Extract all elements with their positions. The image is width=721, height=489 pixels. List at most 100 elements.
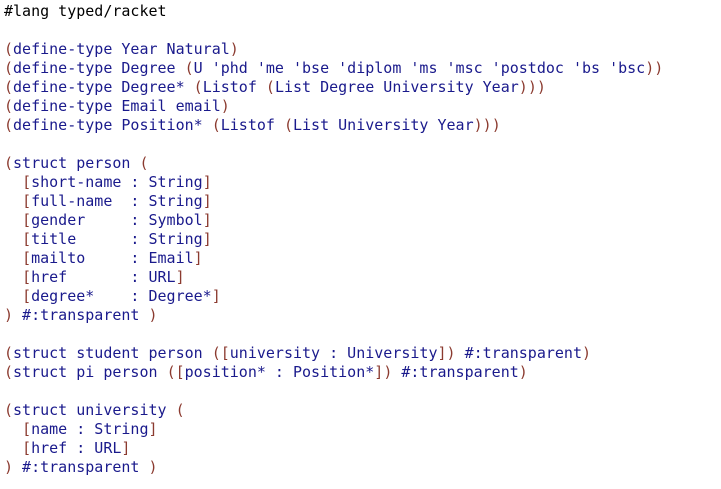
code-token: href : URL	[31, 439, 122, 457]
code-token: define-type Degree	[13, 59, 185, 77]
code-token: )	[229, 40, 239, 58]
code-token: (	[4, 344, 14, 362]
code-token: List University Year	[293, 116, 474, 134]
code-token: define-type Year Natural	[13, 40, 230, 58]
code-token: ]	[175, 268, 185, 286]
code-token: #:transparent	[455, 344, 582, 362]
code-token: (	[184, 59, 194, 77]
code-line: (struct university (	[4, 401, 721, 420]
code-token: [	[22, 211, 32, 229]
code-token: struct university	[13, 401, 176, 419]
code-token: define-type Degree*	[13, 78, 194, 96]
code-token: )	[220, 97, 230, 115]
code-token: ]	[193, 249, 203, 267]
code-token: name : String	[31, 420, 149, 438]
code-token: )	[4, 458, 14, 476]
code-token: [	[22, 192, 32, 210]
code-token: #lang typed/racket	[4, 2, 167, 20]
code-token: gender : Symbol	[31, 211, 203, 229]
code-token: (	[283, 116, 293, 134]
code-line: [href : URL]	[4, 439, 721, 458]
code-token: (	[4, 154, 14, 172]
code-token: )	[148, 458, 158, 476]
code-token: [	[22, 230, 32, 248]
code-line: (struct student person ([university : Un…	[4, 344, 721, 363]
code-line: (struct person (	[4, 154, 721, 173]
code-token: [	[22, 439, 32, 457]
code-token: (	[4, 116, 14, 134]
code-line: [name : String]	[4, 420, 721, 439]
code-token: ]	[211, 287, 221, 305]
code-line: (define-type Degree* (Listof (List Degre…	[4, 78, 721, 97]
code-line: (define-type Email email)	[4, 97, 721, 116]
code-token: )	[482, 116, 492, 134]
code-token: struct student person	[13, 344, 212, 362]
code-token: )	[527, 78, 537, 96]
code-token: href : URL	[31, 268, 176, 286]
code-line: (define-type Degree (U 'phd 'me 'bse 'di…	[4, 59, 721, 78]
code-line: (struct pi person ([position* : Position…	[4, 363, 721, 382]
code-token: university : University	[229, 344, 438, 362]
code-token: )	[518, 78, 528, 96]
code-line: #lang typed/racket	[4, 2, 721, 21]
code-line: [short-name : String]	[4, 173, 721, 192]
code-token: (	[4, 59, 14, 77]
code-token: ]	[437, 344, 447, 362]
code-token: #:transparent	[392, 363, 519, 381]
code-token: Listof	[202, 78, 266, 96]
code-token: [	[175, 363, 185, 381]
code-token: Listof	[220, 116, 284, 134]
code-token: )	[4, 306, 14, 324]
code-token: ]	[202, 192, 212, 210]
code-token: full-name : String	[31, 192, 203, 210]
code-token: [	[22, 173, 32, 191]
code-token: #:transparent	[13, 306, 149, 324]
code-line: ) #:transparent )	[4, 306, 721, 325]
code-token: ]	[374, 363, 384, 381]
code-token: ]	[202, 173, 212, 191]
code-editor[interactable]: #lang typed/racket (define-type Year Natu…	[0, 0, 721, 489]
code-line: [mailto : Email]	[4, 249, 721, 268]
code-token: struct pi person	[13, 363, 167, 381]
code-token: (	[4, 401, 14, 419]
code-token: (	[211, 116, 221, 134]
code-token: define-type Email email	[13, 97, 221, 115]
code-line: (define-type Position* (Listof (List Uni…	[4, 116, 721, 135]
code-token: )	[645, 59, 655, 77]
code-token: )	[383, 363, 393, 381]
code-token: define-type Position*	[13, 116, 212, 134]
code-token: #:transparent	[13, 458, 149, 476]
code-line: [degree* : Degree*]	[4, 287, 721, 306]
code-token: (	[166, 363, 176, 381]
code-token: )	[473, 116, 483, 134]
code-token: )	[582, 344, 592, 362]
code-token: (	[265, 78, 275, 96]
code-token: )	[446, 344, 456, 362]
code-line: [title : String]	[4, 230, 721, 249]
code-token: ]	[121, 439, 131, 457]
code-token: (	[175, 401, 185, 419]
code-token: (	[4, 40, 14, 58]
code-token: ]	[202, 230, 212, 248]
code-line: (define-type Year Natural)	[4, 40, 721, 59]
code-token: struct person	[13, 154, 140, 172]
code-token: )	[148, 306, 158, 324]
code-token: ]	[202, 211, 212, 229]
code-token: title : String	[31, 230, 203, 248]
code-line: [href : URL]	[4, 268, 721, 287]
code-token: (	[139, 154, 149, 172]
code-token: (	[4, 97, 14, 115]
code-token: degree* : Degree*	[31, 287, 212, 305]
code-token: mailto : Email	[31, 249, 194, 267]
